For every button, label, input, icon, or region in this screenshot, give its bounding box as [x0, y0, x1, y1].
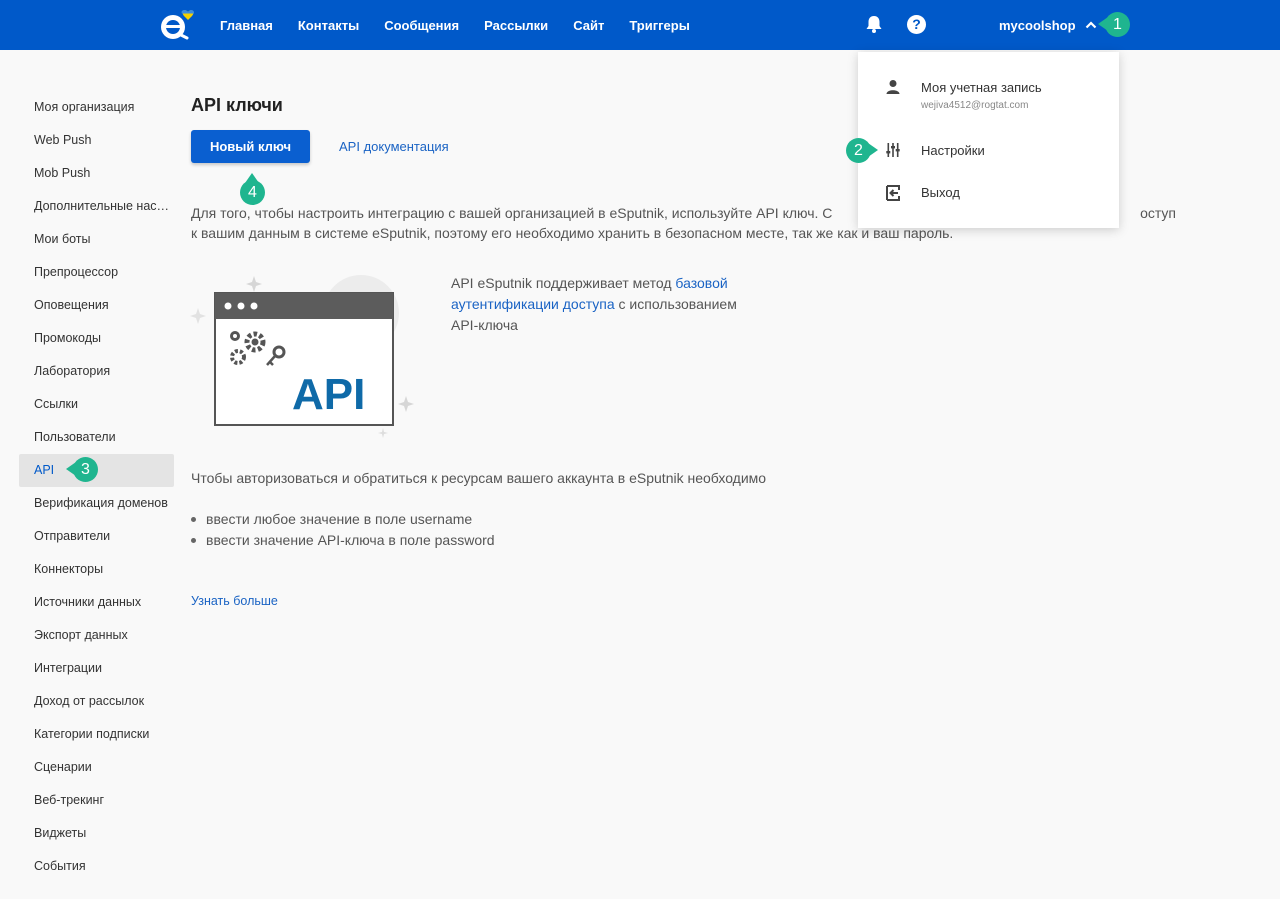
sidebar-item[interactable]: Mob Push: [19, 157, 174, 190]
account-email: wejiva4512@rogtat.com: [921, 100, 1029, 111]
sidebar-item[interactable]: Доход от рассылок: [19, 685, 174, 718]
api-illustration-label: API: [292, 370, 365, 419]
api-docs-link[interactable]: API документация: [339, 139, 449, 154]
sidebar-item[interactable]: Web Push: [19, 124, 174, 157]
sliders-icon: [886, 143, 900, 157]
sidebar-item[interactable]: Лаборатория: [19, 355, 174, 388]
sidebar-item[interactable]: Мои боты: [19, 223, 174, 256]
sidebar-item[interactable]: Экспорт данных: [19, 619, 174, 652]
account-label: Моя учетная запись: [921, 80, 1042, 95]
new-key-button[interactable]: Новый ключ: [191, 130, 310, 163]
basic-auth-link-cont[interactable]: аутентификации доступа: [451, 296, 615, 312]
chevron-up-icon: [1085, 21, 1096, 29]
nav-contacts[interactable]: Контакты: [298, 18, 359, 33]
list-item: ввести значение API-ключа в поле passwor…: [191, 530, 495, 551]
nav-home[interactable]: Главная: [220, 18, 273, 33]
esputnik-logo-icon[interactable]: [160, 8, 194, 42]
sidebar-item[interactable]: Дополнительные настройки: [19, 190, 174, 223]
sidebar-item[interactable]: Категории подписки: [19, 718, 174, 751]
help-icon[interactable]: ?: [907, 15, 926, 34]
top-navigation-bar: Главная Контакты Сообщения Рассылки Сайт…: [0, 0, 1280, 50]
nav-campaigns[interactable]: Рассылки: [484, 18, 548, 33]
account-dropdown-menu: Моя учетная запись wejiva4512@rogtat.com…: [858, 52, 1119, 228]
settings-label: Настройки: [921, 143, 985, 158]
auth-steps-list: ввести любое значение в поле username вв…: [191, 509, 495, 551]
main-nav: Главная Контакты Сообщения Рассылки Сайт…: [220, 0, 715, 50]
settings-sidebar: Моя организация Web Push Mob Push Дополн…: [19, 91, 174, 883]
list-item: ввести любое значение в поле username: [191, 509, 495, 530]
sidebar-item[interactable]: Верификация доменов: [19, 487, 174, 520]
step-marker-1: 1: [1098, 12, 1130, 37]
menu-item-account[interactable]: Моя учетная запись wejiva4512@rogtat.com: [858, 52, 1119, 122]
user-icon: [886, 80, 900, 94]
sidebar-item[interactable]: Ссылки: [19, 388, 174, 421]
sidebar-item[interactable]: Веб-трекинг: [19, 784, 174, 817]
description-line-1-end: оступ: [1140, 205, 1176, 221]
sidebar-item[interactable]: Пользователи: [19, 421, 174, 454]
sidebar-item[interactable]: Коннекторы: [19, 553, 174, 586]
description-line-1: Для того, чтобы настроить интеграцию с в…: [191, 205, 833, 221]
sidebar-item[interactable]: События: [19, 850, 174, 883]
username-label: mycoolshop: [999, 17, 1076, 33]
sidebar-item[interactable]: Отправители: [19, 520, 174, 553]
sidebar-item[interactable]: Сценарии: [19, 751, 174, 784]
step-marker-2: 2: [846, 138, 878, 163]
bell-icon[interactable]: [864, 14, 884, 34]
user-menu-toggle[interactable]: mycoolshop: [999, 0, 1097, 50]
logout-icon: [886, 185, 900, 201]
learn-more-link[interactable]: Узнать больше: [191, 594, 278, 608]
api-auth-info: API eSputnik поддерживает метод базовой …: [451, 275, 737, 333]
page-title: API ключи: [191, 95, 283, 115]
step-marker-4: 4: [240, 173, 265, 205]
step-marker-3: 3: [66, 457, 98, 482]
auth-instructions-title: Чтобы авторизоваться и обратиться к ресу…: [191, 470, 767, 486]
logout-label: Выход: [921, 185, 960, 200]
menu-item-settings[interactable]: Настройки: [858, 130, 1119, 170]
sidebar-item[interactable]: Препроцессор: [19, 256, 174, 289]
nav-triggers[interactable]: Триггеры: [629, 18, 689, 33]
sidebar-item[interactable]: Промокоды: [19, 322, 174, 355]
sidebar-item[interactable]: Интеграции: [19, 652, 174, 685]
sidebar-item[interactable]: Моя организация: [19, 91, 174, 124]
api-illustration: API: [190, 275, 414, 438]
basic-auth-link[interactable]: базовой: [675, 275, 727, 291]
menu-item-logout[interactable]: Выход: [858, 172, 1119, 212]
nav-messages[interactable]: Сообщения: [384, 18, 459, 33]
sidebar-item[interactable]: Источники данных: [19, 586, 174, 619]
sidebar-item[interactable]: Оповещения: [19, 289, 174, 322]
nav-site[interactable]: Сайт: [573, 18, 604, 33]
sidebar-item[interactable]: Виджеты: [19, 817, 174, 850]
